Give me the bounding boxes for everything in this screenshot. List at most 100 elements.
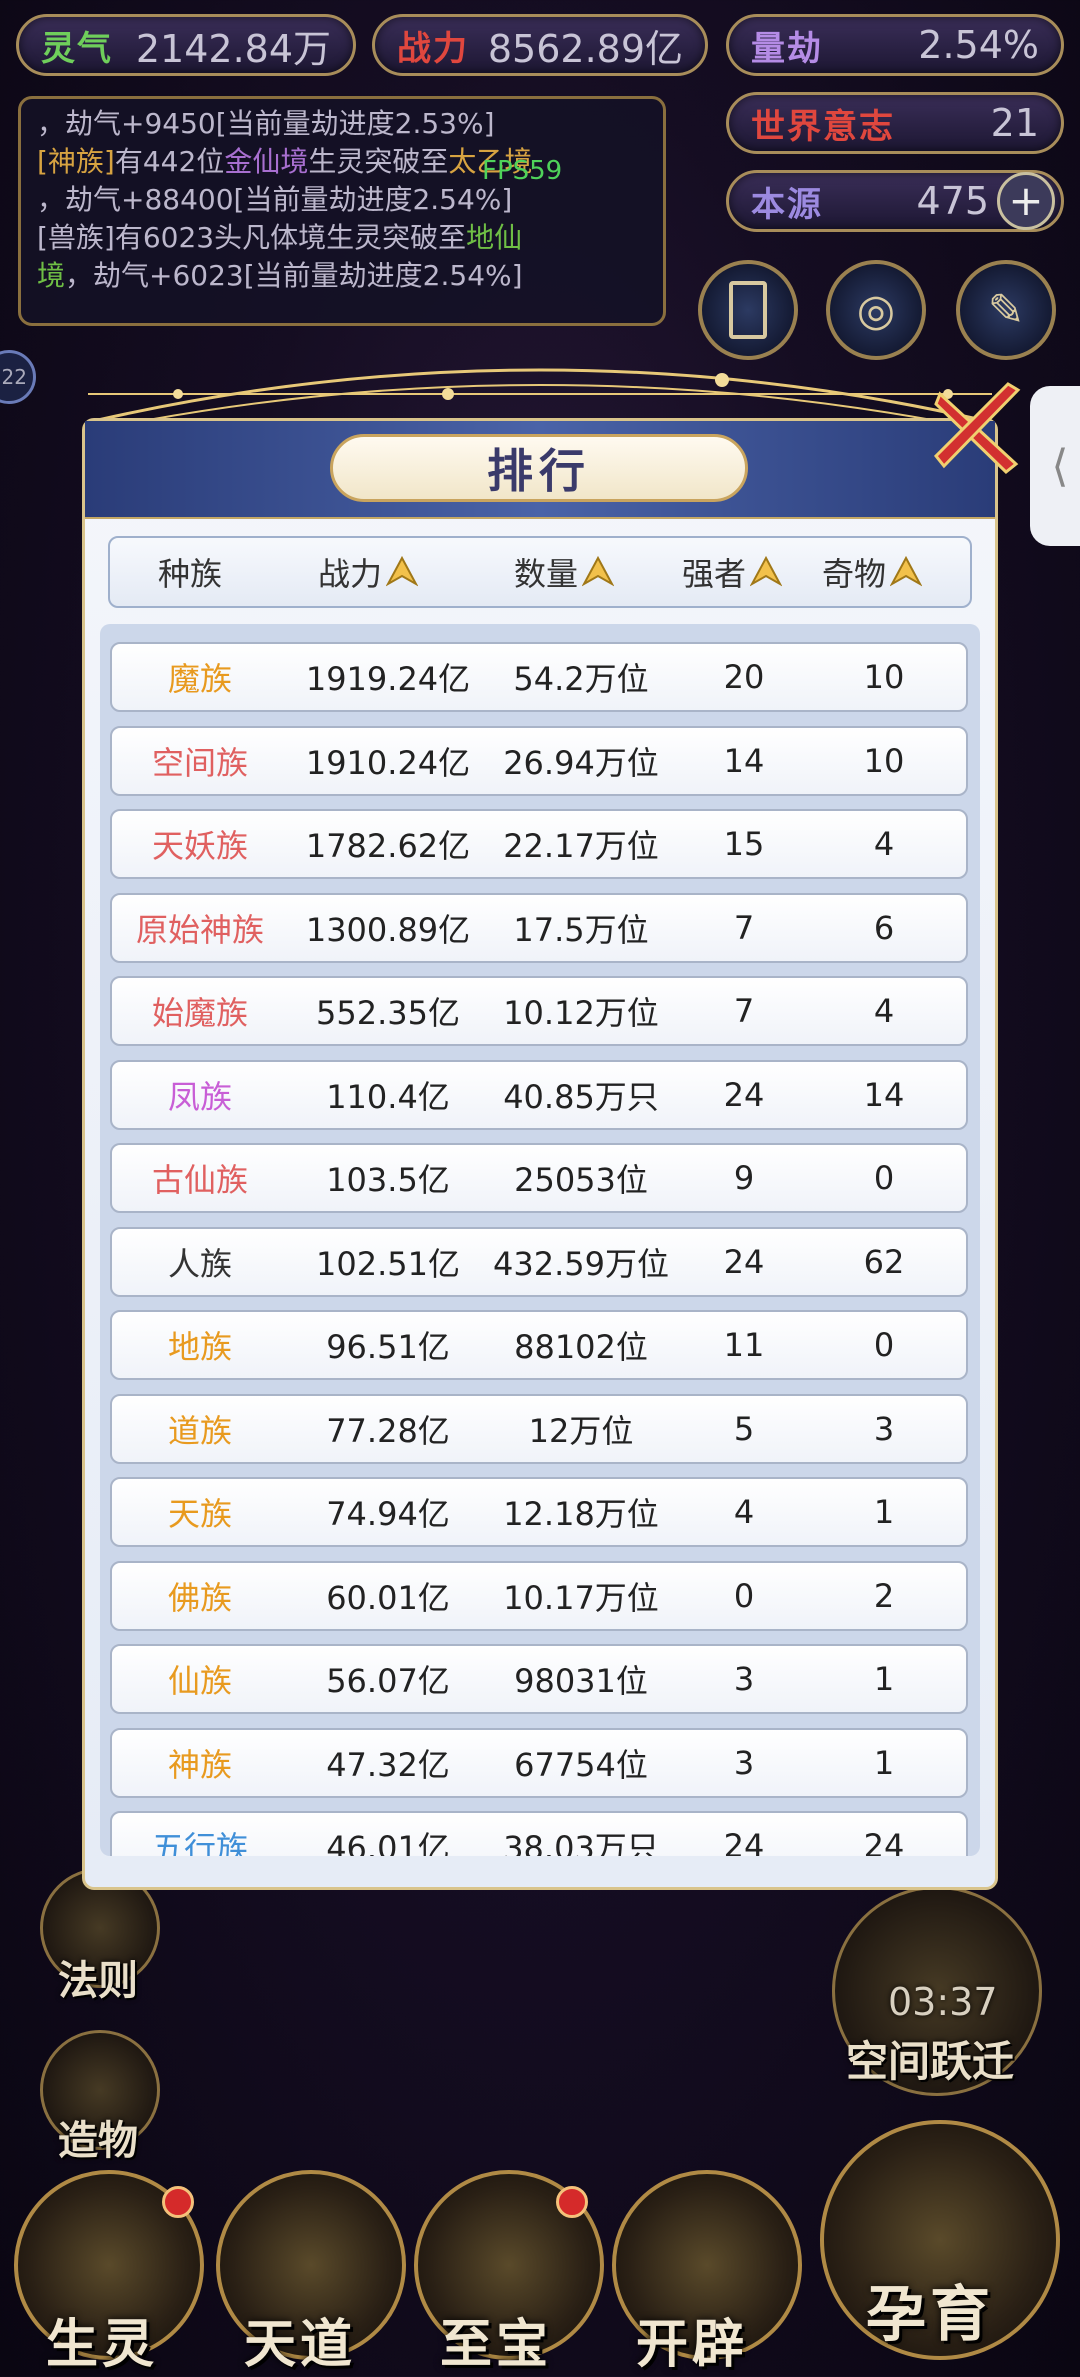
notification-dot [556,2186,588,2218]
treasure-cell: 1 [873,1660,895,1698]
header-treasure[interactable]: 奇物 [802,538,942,606]
strong-cell: 24 [723,1827,765,1856]
table-row[interactable]: 人族 102.51亿 432.59万位 24 62 [110,1226,968,1297]
race-cell: 魔族 [167,660,232,698]
shijie-value: 21 [990,101,1039,145]
header-strong[interactable]: 强者 [662,538,802,606]
race-cell: 五行族 [151,1829,248,1856]
cards-button[interactable] [698,260,798,360]
table-row[interactable]: 五行族 46.01亿 38.03万只 24 24 [110,1811,968,1856]
lingqi-value: 2142.84万 [135,26,331,71]
count-cell: 12万位 [528,1411,634,1450]
table-row[interactable]: 原始神族 1300.89亿 17.5万位 7 6 [110,892,968,963]
power-cell: 552.35亿 [316,994,460,1032]
log-line: [兽族]有6023头凡体境生灵突破至地仙 [37,221,523,254]
power-cell: 1910.24亿 [305,743,471,782]
left-edge-badge[interactable]: 22 [0,350,36,404]
treasure-cell: 4 [873,825,895,863]
bottom-nav-label: 开辟 [636,2315,749,2375]
scroll-button[interactable]: ✎ [956,260,1056,360]
power-cell: 56.07亿 [326,1662,450,1700]
table-row[interactable]: 魔族 1919.24亿 54.2万位 20 10 [110,642,968,712]
kong-jian-label: 空间跃迁 [846,2037,1015,2086]
power-cell: 96.51亿 [326,1328,450,1366]
strong-cell: 3 [733,1743,755,1782]
treasure-cell: 1 [873,1743,895,1782]
log-line: ，劫气+9450[当前量劫进度2.53%] [37,107,495,140]
count-cell: 54.2万位 [513,660,649,698]
header-count[interactable]: 数量 [466,538,662,606]
strong-cell: 24 [723,1242,765,1281]
treasure-cell: 10 [863,658,905,696]
strong-cell: 3 [733,1660,755,1698]
table-row[interactable]: 佛族 60.01亿 10.17万位 0 2 [110,1560,968,1631]
strong-cell: 4 [733,1493,755,1531]
vortex-button[interactable]: ◎ [826,260,926,360]
strong-cell: 9 [733,1159,755,1197]
race-cell: 道族 [167,1411,232,1450]
table-row[interactable]: 始魔族 552.35亿 10.12万位 7 4 [110,976,968,1046]
header-power[interactable]: 战力 [270,538,466,606]
power-cell: 103.5亿 [326,1161,450,1199]
side-collapse-tab[interactable]: ⟨ [1030,386,1080,546]
strong-cell: 14 [723,741,765,780]
shijie-stat[interactable]: 世界意志 21 [726,92,1064,154]
race-cell: 仙族 [167,1662,232,1700]
table-row[interactable]: 仙族 56.07亿 98031位 3 1 [110,1644,968,1714]
scroll-icon: ✎ [987,284,1025,336]
strong-cell: 15 [723,825,765,863]
close-icon[interactable] [930,380,1030,480]
table-row[interactable]: 凤族 110.4亿 40.85万只 24 14 [110,1059,968,1130]
liangjie-stat[interactable]: 量劫 2.54% [726,14,1064,76]
table-row[interactable]: 地族 96.51亿 88102位 11 0 [110,1310,968,1380]
race-cell: 佛族 [167,1578,232,1617]
count-cell: 10.12万位 [503,994,659,1032]
strong-cell: 24 [723,1075,765,1114]
sort-arrow-icon [582,556,614,587]
power-cell: 1919.24亿 [305,660,471,698]
treasure-cell: 24 [863,1827,905,1856]
race-cell: 神族 [167,1745,232,1784]
sort-arrow-icon [890,556,922,587]
count-cell: 88102位 [514,1328,648,1366]
notification-dot [162,2186,194,2218]
ranking-list[interactable]: 魔族 1919.24亿 54.2万位 20 10 空间族 1910.24亿 26.94万位 14… [100,624,980,1856]
treasure-cell: 10 [863,741,905,780]
shijie-label: 世界意志 [751,106,895,147]
strong-cell: 7 [733,908,755,947]
race-cell: 原始神族 [135,910,264,949]
benyuan-stat[interactable]: 本源 475 + [726,170,1064,232]
sort-arrow-icon [750,556,782,587]
liangjie-label: 量劫 [751,28,823,69]
race-cell: 天族 [167,1495,232,1533]
race-cell: 天妖族 [151,827,248,865]
race-cell: 空间族 [151,743,248,782]
strong-cell: 7 [733,992,755,1030]
bottom-nav-label: 至宝 [440,2315,553,2375]
treasure-cell: 62 [863,1242,905,1281]
table-row[interactable]: 天族 74.94亿 12.18万位 4 1 [110,1477,968,1547]
add-icon[interactable]: + [997,172,1055,230]
power-cell: 47.32亿 [326,1745,450,1784]
strong-cell: 0 [733,1576,755,1615]
count-cell: 22.17万位 [503,827,659,865]
header-race: 种族 [157,555,222,593]
count-cell: 98031位 [514,1662,648,1700]
table-row[interactable]: 天妖族 1782.62亿 22.17万位 15 4 [110,809,968,879]
power-cell: 77.28亿 [326,1411,450,1450]
strong-cell: 5 [733,1409,755,1448]
race-cell: 地族 [167,1328,232,1366]
treasure-cell: 14 [863,1075,905,1114]
log-line: 境，劫气+6023[当前量劫进度2.54%] [37,259,523,292]
table-row[interactable]: 古仙族 103.5亿 25053位 9 0 [110,1143,968,1213]
chevron-left-icon: ⟨ [1051,440,1069,492]
race-cell: 古仙族 [151,1161,248,1199]
lingqi-label: 灵气 [41,28,113,69]
table-row[interactable]: 空间族 1910.24亿 26.94万位 14 10 [110,725,968,796]
bottom-nav-label: 孕育 [866,2280,994,2350]
table-row[interactable]: 神族 47.32亿 67754位 3 1 [110,1727,968,1798]
liangjie-value: 2.54% [918,23,1039,67]
table-row[interactable]: 道族 77.28亿 12万位 5 3 [110,1393,968,1464]
treasure-cell: 4 [873,992,895,1030]
benyuan-label: 本源 [751,184,823,225]
